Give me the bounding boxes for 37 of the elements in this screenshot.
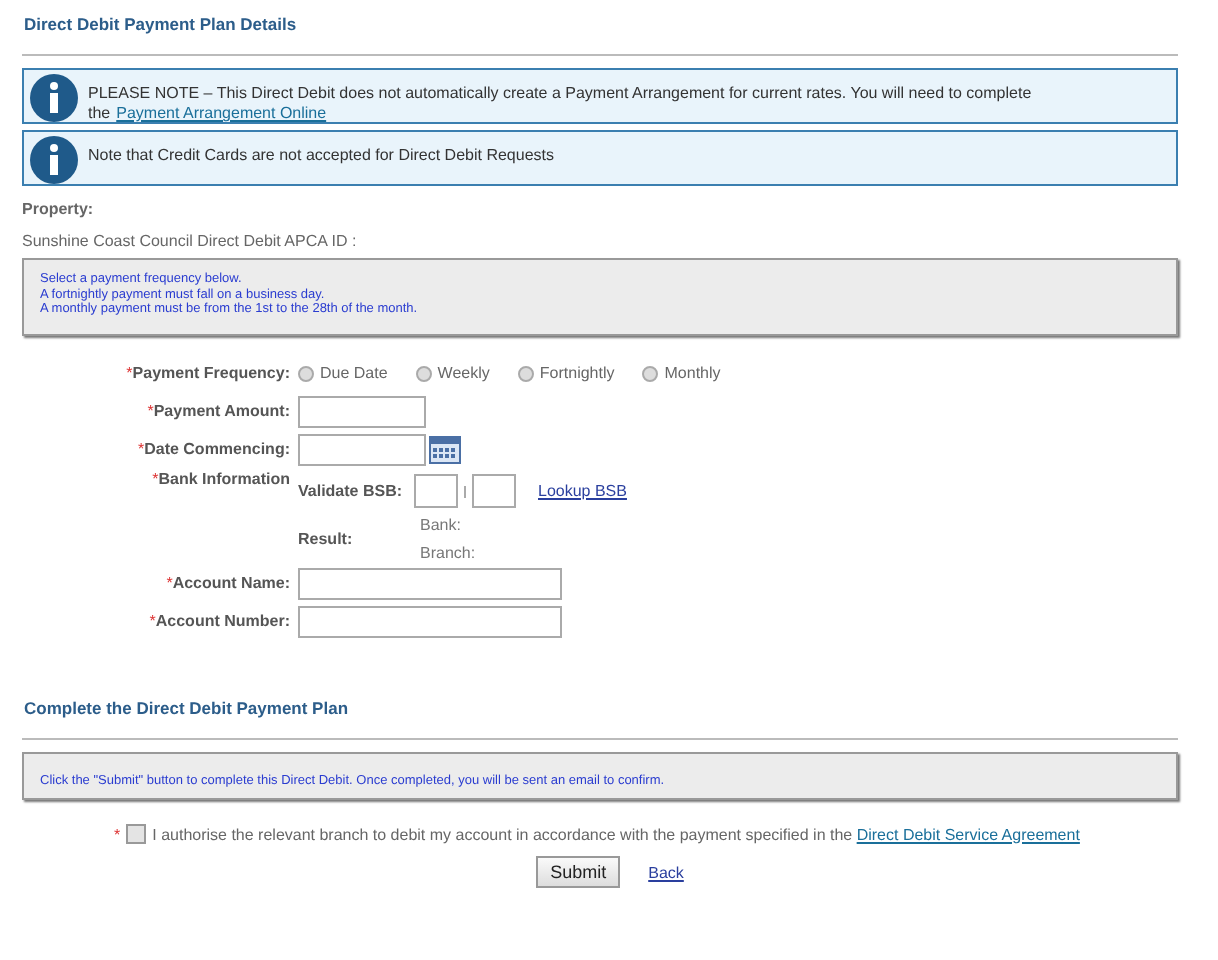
service-agreement-link[interactable]: Direct Debit Service Agreement: [856, 825, 1080, 843]
payment-arrangement-link[interactable]: Payment Arrangement Online: [116, 104, 327, 122]
info-icon: [30, 136, 78, 184]
branch-label: Branch:: [420, 544, 476, 562]
account-name-field[interactable]: [298, 567, 562, 599]
frequency-radio[interactable]: Due Date: [298, 364, 388, 382]
frequency-radio[interactable]: Weekly: [415, 364, 490, 382]
apca-label: Sunshine Coast Council Direct Debit APCA ID :: [22, 232, 357, 250]
account-number-field[interactable]: [298, 605, 562, 637]
bsb-field[interactable]: [472, 474, 516, 508]
notice-text: Note that Credit Cards are not accepted for Direct Debit Requests: [88, 144, 554, 166]
amount-field[interactable]: [298, 395, 426, 427]
authorise-checkbox[interactable]: [126, 824, 147, 844]
property-label: Property:: [22, 200, 94, 218]
result-label: Result:: [298, 530, 355, 548]
field-label: *Bank Information: [150, 470, 292, 488]
lookup-bsb-link[interactable]: Lookup BSB: [538, 482, 627, 500]
notice-text: PLEASE NOTE – This Direct Debit does not automatically create a Payment Arrangement for current rates. You will need to complete the Payment Arrangement Online: [88, 82, 1034, 124]
authorise-text: I authorise the relevant branch to debit my account in accordance with the payment specified in the Direct Debit Service Agreement: [152, 825, 1080, 843]
submit-button[interactable]: Submit: [536, 856, 621, 888]
field-label: *Payment Amount:: [145, 402, 292, 420]
date-field[interactable]: [298, 433, 426, 465]
info-icon: [30, 74, 78, 122]
field-label: *Payment Frequency:: [124, 364, 292, 382]
bsb-field[interactable]: [414, 474, 458, 508]
field-label: *Account Number:: [147, 612, 292, 630]
field-label: *Date Commencing:: [135, 440, 292, 458]
frequency-radio[interactable]: Fortnightly: [517, 364, 615, 382]
section-heading: Direct Debit Payment Plan Details: [22, 14, 299, 34]
field-label: *Account Name:: [164, 574, 292, 592]
required-mark: *: [114, 825, 121, 843]
calendar-icon[interactable]: [428, 435, 462, 463]
validate-bsb-label: Validate BSB:: [298, 482, 405, 500]
frequency-radio[interactable]: Monthly: [642, 364, 721, 382]
bank-label: Bank:: [420, 516, 463, 534]
back-link[interactable]: Back: [648, 863, 684, 881]
section-heading: Complete the Direct Debit Payment Plan: [22, 698, 351, 718]
